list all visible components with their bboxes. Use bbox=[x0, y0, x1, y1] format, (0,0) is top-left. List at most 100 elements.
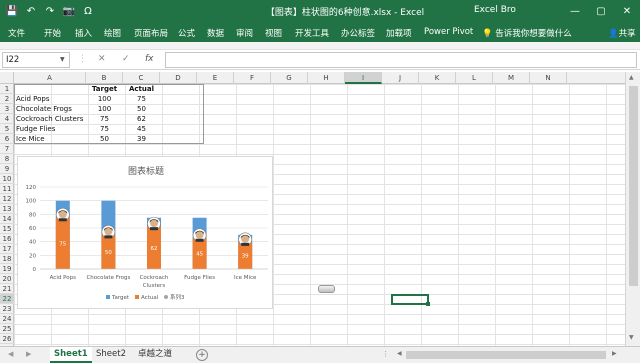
add-sheet-button[interactable]: + bbox=[196, 349, 208, 361]
scroll-left-icon[interactable]: ◀ bbox=[397, 350, 402, 357]
split-handle-icon[interactable]: ⋮ bbox=[382, 350, 389, 358]
formula-input[interactable] bbox=[165, 52, 637, 68]
sheet-tab-zhuoyue[interactable]: 卓越之道 bbox=[134, 347, 176, 363]
fill-handle[interactable] bbox=[426, 302, 430, 306]
column-header-l[interactable]: L bbox=[456, 72, 493, 84]
prev-sheet-icon[interactable]: ◀ bbox=[8, 350, 13, 358]
row-header-6[interactable]: 6 bbox=[0, 134, 14, 144]
restore-button[interactable]: ▢ bbox=[588, 0, 614, 22]
select-all-corner[interactable] bbox=[0, 72, 14, 84]
tab-draw[interactable]: 绘图 bbox=[104, 27, 121, 39]
chart-area[interactable]: 图表标题 0 20 40 60 80 100 120 75 Acid Pops 50 Chocola… bbox=[17, 156, 273, 309]
column-header-c[interactable]: C bbox=[123, 72, 160, 84]
column-header-b[interactable]: B bbox=[86, 72, 123, 84]
column-header-j[interactable]: J bbox=[382, 72, 419, 84]
row-header-2[interactable]: 2 bbox=[0, 94, 14, 104]
row-header-25[interactable]: 25 bbox=[0, 324, 14, 334]
row-header-7[interactable]: 7 bbox=[0, 144, 14, 154]
row-header-14[interactable]: 14 bbox=[0, 214, 14, 224]
share-button[interactable]: 👤共享 bbox=[608, 27, 636, 39]
column-header-e[interactable]: E bbox=[197, 72, 234, 84]
table-cell[interactable]: Chocolate Frogs bbox=[16, 104, 84, 114]
redo-icon[interactable]: ↷ bbox=[42, 3, 58, 19]
tell-me-search[interactable]: 💡 告诉我你想要做什么 bbox=[482, 27, 572, 39]
scroll-right-icon[interactable]: ▶ bbox=[612, 350, 617, 357]
table-cell[interactable]: 50 bbox=[123, 104, 160, 114]
sheet-tab-sheet2[interactable]: Sheet2 bbox=[92, 347, 130, 363]
table-cell[interactable]: 100 bbox=[86, 94, 123, 104]
row-header-8[interactable]: 8 bbox=[0, 154, 14, 164]
row-header-16[interactable]: 16 bbox=[0, 234, 14, 244]
row-header-5[interactable]: 5 bbox=[0, 124, 14, 134]
row-header-9[interactable]: 9 bbox=[0, 164, 14, 174]
row-header-10[interactable]: 10 bbox=[0, 174, 14, 184]
tab-file[interactable]: 文件 bbox=[8, 27, 25, 39]
row-header-18[interactable]: 18 bbox=[0, 254, 14, 264]
symbol-icon[interactable]: Ω bbox=[80, 3, 96, 19]
tab-formulas[interactable]: 公式 bbox=[178, 27, 195, 39]
column-header-h[interactable]: H bbox=[308, 72, 345, 84]
close-button[interactable]: ✕ bbox=[614, 0, 640, 22]
minimize-button[interactable]: — bbox=[562, 0, 588, 22]
table-cell[interactable]: 75 bbox=[123, 94, 160, 104]
table-cell[interactable]: 75 bbox=[86, 124, 123, 134]
tab-view[interactable]: 视图 bbox=[265, 27, 282, 39]
tab-data[interactable]: 数据 bbox=[207, 27, 224, 39]
column-header-f[interactable]: F bbox=[234, 72, 271, 84]
tab-office-tab[interactable]: 办公标签 bbox=[341, 27, 375, 39]
save-icon[interactable]: 💾 bbox=[4, 3, 20, 19]
tab-developer[interactable]: 开发工具 bbox=[295, 27, 329, 39]
next-sheet-icon[interactable]: ▶ bbox=[26, 350, 31, 358]
table-cell[interactable]: 62 bbox=[123, 114, 160, 124]
tab-insert[interactable]: 插入 bbox=[75, 27, 92, 39]
row-header-19[interactable]: 19 bbox=[0, 264, 14, 274]
table-cell[interactable]: Acid Pops bbox=[16, 94, 84, 104]
insert-function-icon[interactable]: fx bbox=[145, 54, 154, 64]
column-header-i[interactable]: I bbox=[345, 72, 382, 84]
row-header-4[interactable]: 4 bbox=[0, 114, 14, 124]
table-header-cell[interactable]: Target bbox=[86, 84, 123, 94]
table-cell[interactable]: 75 bbox=[86, 114, 123, 124]
row-header-1[interactable]: 1 bbox=[0, 84, 14, 94]
tab-addins[interactable]: 加载项 bbox=[386, 27, 412, 39]
row-header-21[interactable]: 21 bbox=[0, 284, 14, 294]
horizontal-scrollbar[interactable]: ◀ ▶ bbox=[396, 350, 624, 360]
row-header-22[interactable]: 22 bbox=[0, 294, 14, 304]
floating-shape[interactable] bbox=[318, 285, 335, 293]
column-header-n[interactable]: N bbox=[530, 72, 567, 84]
enter-icon[interactable]: ✓ bbox=[122, 54, 130, 64]
camera-icon[interactable]: 📷 bbox=[61, 3, 77, 19]
table-cell[interactable]: Fudge Flies bbox=[16, 124, 84, 134]
sheet-tab-sheet1[interactable]: Sheet1 bbox=[50, 347, 92, 363]
row-header-20[interactable]: 20 bbox=[0, 274, 14, 284]
tab-home[interactable]: 开始 bbox=[44, 27, 61, 39]
vertical-scrollbar[interactable]: ▲ ▼ bbox=[625, 72, 640, 346]
table-cell[interactable]: 45 bbox=[123, 124, 160, 134]
selected-cell-i22[interactable] bbox=[391, 294, 429, 305]
row-header-3[interactable]: 3 bbox=[0, 104, 14, 114]
column-header-a[interactable]: A bbox=[14, 72, 86, 84]
column-header-g[interactable]: G bbox=[271, 72, 308, 84]
row-header-26[interactable]: 26 bbox=[0, 334, 14, 344]
vertical-scroll-thumb[interactable] bbox=[629, 86, 638, 286]
horizontal-scroll-thumb[interactable] bbox=[406, 351, 606, 359]
row-header-17[interactable]: 17 bbox=[0, 244, 14, 254]
table-header-cell[interactable] bbox=[16, 84, 84, 94]
tab-review[interactable]: 审阅 bbox=[236, 27, 253, 39]
scroll-up-icon[interactable]: ▲ bbox=[629, 74, 634, 81]
column-header-k[interactable]: K bbox=[419, 72, 456, 84]
scroll-down-icon[interactable]: ▼ bbox=[629, 334, 634, 341]
chevron-down-icon[interactable]: ▼ bbox=[60, 56, 65, 63]
tab-page-layout[interactable]: 页面布局 bbox=[134, 27, 168, 39]
column-header-d[interactable]: D bbox=[160, 72, 197, 84]
table-cell[interactable]: Cockroach Clusters bbox=[16, 114, 84, 124]
row-header-11[interactable]: 11 bbox=[0, 184, 14, 194]
table-header-cell[interactable]: Actual bbox=[123, 84, 160, 94]
column-header-m[interactable]: M bbox=[493, 72, 530, 84]
tab-power-pivot[interactable]: Power Pivot bbox=[424, 27, 473, 37]
table-cell[interactable]: 50 bbox=[86, 134, 123, 144]
table-cell[interactable]: Ice Mice bbox=[16, 134, 84, 144]
table-cell[interactable]: 39 bbox=[123, 134, 160, 144]
cancel-icon[interactable]: ✕ bbox=[98, 54, 106, 64]
row-header-24[interactable]: 24 bbox=[0, 314, 14, 324]
